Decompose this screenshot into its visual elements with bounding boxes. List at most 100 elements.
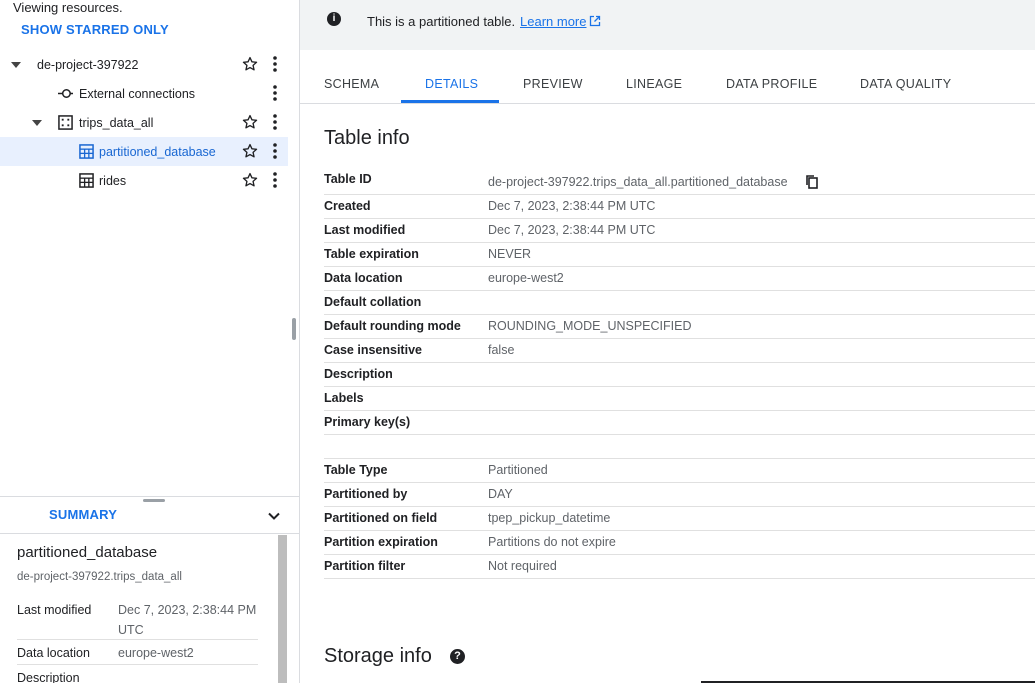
project-label: de-project-397922 [37, 57, 139, 72]
show-starred-only-button[interactable]: SHOW STARRED ONLY [21, 22, 169, 37]
tab-data-profile[interactable]: DATA PROFILE [726, 77, 817, 91]
info-key: Default rounding mode [324, 319, 461, 333]
tab-lineage[interactable]: LINEAGE [626, 77, 682, 91]
info-key: Partition expiration [324, 535, 438, 549]
chevron-down-icon[interactable] [266, 508, 282, 524]
info-value: Dec 7, 2023, 2:38:44 PM UTC [488, 223, 656, 237]
partition-row: Partition filter Not required [324, 555, 1035, 579]
info-row: Description [324, 363, 1035, 387]
viewing-resources-text: Viewing resources. [13, 0, 123, 15]
table-label-selected: partitioned_database [99, 144, 216, 159]
tab-bar: SCHEMA DETAILS PREVIEW LINEAGE DATA PROF… [300, 67, 1035, 104]
info-value: de-project-397922.trips_data_all.partiti… [488, 175, 788, 189]
info-key: Table Type [324, 463, 388, 477]
info-key: Labels [324, 391, 364, 405]
dataset-icon [58, 115, 73, 130]
info-key: Data location [324, 271, 403, 285]
summary-scrollbar[interactable] [278, 535, 287, 683]
info-value: Dec 7, 2023, 2:38:44 PM UTC [488, 199, 656, 213]
partition-banner: i This is a partitioned table. Learn mor… [300, 0, 1035, 50]
storage-info-title: Storage info [324, 645, 432, 667]
info-row: Primary key(s) [324, 411, 1035, 435]
summary-key: Description [17, 671, 80, 683]
open-in-new-icon[interactable] [589, 15, 601, 27]
star-icon[interactable] [241, 142, 259, 160]
partition-row: Partitioned on field tpep_pickup_datetim… [324, 507, 1035, 531]
partition-row: Partitioned by DAY [324, 483, 1035, 507]
info-key: Created [324, 199, 371, 213]
learn-more-link[interactable]: Learn more [520, 14, 586, 29]
table-label-rides: rides [99, 173, 127, 188]
info-icon: i [327, 12, 341, 26]
info-row: Table expiration NEVER [324, 243, 1035, 267]
help-icon[interactable]: ? [450, 649, 465, 664]
tree-item-external-connections[interactable]: External connections [0, 79, 288, 108]
more-vert-icon[interactable] [268, 84, 282, 102]
info-value: Partitions do not expire [488, 535, 616, 549]
info-row: Last modified Dec 7, 2023, 2:38:44 PM UT… [324, 219, 1035, 243]
more-vert-icon[interactable] [268, 55, 282, 73]
external-connections-label: External connections [79, 86, 196, 101]
explorer-panel: Viewing resources. SHOW STARRED ONLY de-… [0, 0, 300, 683]
partition-row: Table Type Partitioned [324, 459, 1035, 483]
tree-item-dataset[interactable]: trips_data_all [0, 108, 288, 137]
caret-down-icon[interactable] [32, 120, 42, 126]
info-value: Not required [488, 559, 557, 573]
summary-value: Dec 7, 2023, 2:38:44 PM UTC [118, 603, 257, 637]
more-vert-icon[interactable] [268, 171, 282, 189]
copy-icon[interactable] [805, 175, 819, 189]
summary-subtitle: de-project-397922.trips_data_all [17, 571, 182, 583]
tab-preview[interactable]: PREVIEW [523, 77, 583, 91]
connection-icon [58, 89, 73, 98]
summary-row: Description [17, 666, 258, 683]
star-icon[interactable] [241, 55, 259, 73]
info-row: Case insensitive false [324, 339, 1035, 363]
info-key: Last modified [324, 223, 406, 237]
more-vert-icon[interactable] [268, 113, 282, 131]
summary-drag-handle[interactable] [143, 499, 165, 502]
summary-key: Data location [17, 646, 90, 660]
tree-item-table-partitioned-database[interactable]: partitioned_database [0, 137, 288, 166]
tab-details[interactable]: DETAILS [425, 77, 478, 91]
info-value: tpep_pickup_datetime [488, 511, 611, 525]
info-value: NEVER [488, 247, 532, 261]
info-row: Created Dec 7, 2023, 2:38:44 PM UTC [324, 195, 1035, 219]
info-spacer-row [324, 435, 1035, 459]
summary-title: partitioned_database [17, 544, 158, 561]
tree-item-table-rides[interactable]: rides [0, 166, 288, 195]
summary-body: partitioned_database de-project-397922.t… [0, 534, 278, 683]
info-key: Partitioned on field [324, 511, 438, 525]
summary-row: Data location europe-west2 [17, 641, 258, 665]
details-panel: i This is a partitioned table. Learn mor… [300, 0, 1035, 683]
info-key: Primary key(s) [324, 415, 411, 429]
info-row: Table ID de-project-397922.trips_data_al… [324, 168, 1035, 195]
tab-schema[interactable]: SCHEMA [324, 77, 379, 91]
dataset-label: trips_data_all [79, 115, 154, 130]
tree-item-project[interactable]: de-project-397922 [0, 50, 288, 79]
info-key: Partition filter [324, 559, 406, 573]
info-value: false [488, 343, 515, 357]
info-key: Table expiration [324, 247, 419, 261]
panel-resize-handle[interactable] [292, 318, 296, 340]
info-value: Partitioned [488, 463, 548, 477]
star-icon[interactable] [241, 171, 259, 189]
banner-text: This is a partitioned table. [367, 14, 516, 29]
info-key: Case insensitive [324, 343, 422, 357]
summary-row: Last modified Dec 7, 2023, 2:38:44 PM UT… [17, 598, 258, 640]
star-icon[interactable] [241, 113, 259, 131]
summary-divider [0, 496, 299, 497]
summary-value: europe-west2 [118, 646, 194, 660]
active-tab-indicator [401, 100, 499, 103]
summary-tab[interactable]: SUMMARY [49, 507, 117, 522]
info-key: Description [324, 367, 393, 381]
info-row: Data location europe-west2 [324, 267, 1035, 291]
partition-row: Partition expiration Partitions do not e… [324, 531, 1035, 555]
caret-down-icon[interactable] [11, 62, 21, 68]
more-vert-icon[interactable] [268, 142, 282, 160]
info-row: Default collation [324, 291, 1035, 315]
table-icon [79, 173, 94, 188]
tab-data-quality[interactable]: DATA QUALITY [860, 77, 951, 91]
info-row: Labels [324, 387, 1035, 411]
info-row: Default rounding mode ROUNDING_MODE_UNSP… [324, 315, 1035, 339]
table-info-title: Table info [324, 127, 410, 149]
